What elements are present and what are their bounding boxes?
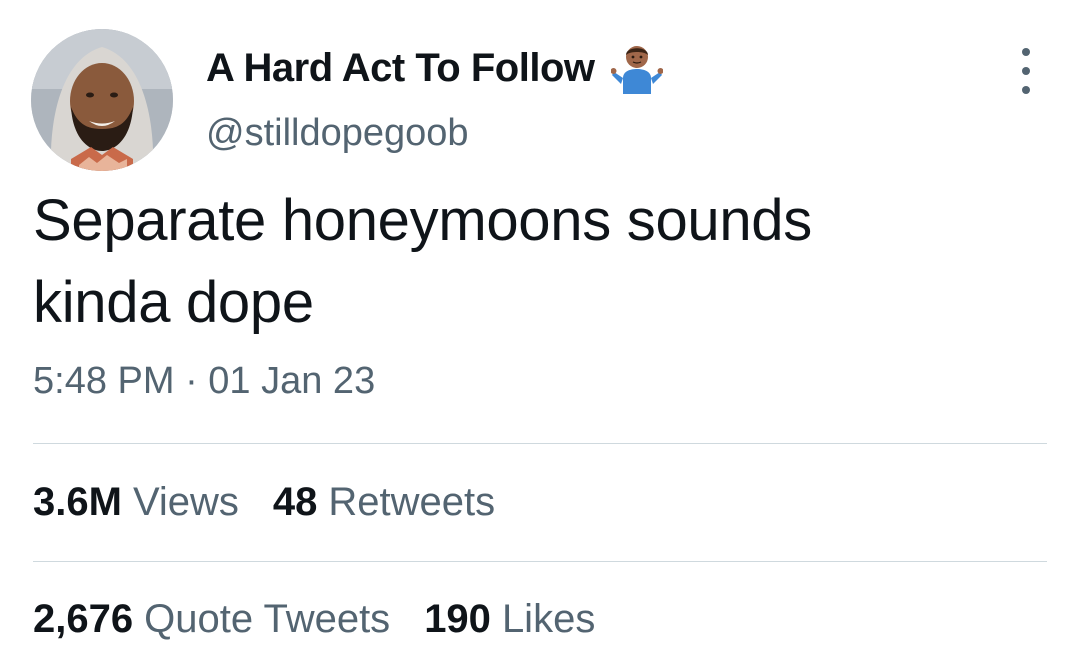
likes-stat[interactable]: 190 Likes bbox=[424, 597, 595, 642]
likes-count: 190 bbox=[424, 597, 491, 641]
retweets-count: 48 bbox=[272, 480, 318, 524]
tweet-timestamp[interactable]: 5:48 PM · 01 Jan 23 bbox=[33, 360, 375, 403]
more-dot bbox=[1022, 48, 1030, 56]
quote-tweets-stat[interactable]: 2,676 Quote Tweets bbox=[33, 597, 390, 642]
tweet-text-line: Separate honeymoons sounds bbox=[33, 188, 812, 253]
stats-row: 3.6M Views 48 Retweets bbox=[33, 480, 529, 525]
views-count: 3.6M bbox=[33, 480, 122, 524]
author-name-row: A Hard Act To Follow bbox=[206, 40, 663, 96]
retweets-stat[interactable]: 48 Retweets bbox=[273, 480, 495, 525]
likes-label: Likes bbox=[501, 597, 596, 641]
views-stat[interactable]: 3.6M Views bbox=[33, 480, 239, 525]
views-label: Views bbox=[132, 480, 239, 524]
retweets-label: Retweets bbox=[328, 480, 496, 524]
tweet-card: A Hard Act To Follow @stilldopegoob Sepa… bbox=[0, 0, 1080, 661]
avatar[interactable] bbox=[31, 29, 173, 171]
tweet-text-line: kinda dope bbox=[33, 270, 314, 335]
divider bbox=[33, 561, 1047, 562]
stats-row: 2,676 Quote Tweets 190 Likes bbox=[33, 597, 629, 642]
author-display-name[interactable]: A Hard Act To Follow bbox=[206, 46, 595, 91]
more-options-icon[interactable] bbox=[1010, 48, 1042, 94]
quote-tweets-count: 2,676 bbox=[33, 597, 134, 641]
more-dot bbox=[1022, 67, 1030, 75]
divider bbox=[33, 443, 1047, 444]
author-handle[interactable]: @stilldopegoob bbox=[206, 112, 469, 155]
quote-tweets-label: Quote Tweets bbox=[144, 597, 391, 641]
tweet-text: Separate honeymoons sounds kinda dope bbox=[33, 180, 1033, 344]
person-shrugging-emoji-icon bbox=[610, 46, 663, 94]
avatar-photo bbox=[31, 29, 173, 171]
more-dot bbox=[1022, 86, 1030, 94]
